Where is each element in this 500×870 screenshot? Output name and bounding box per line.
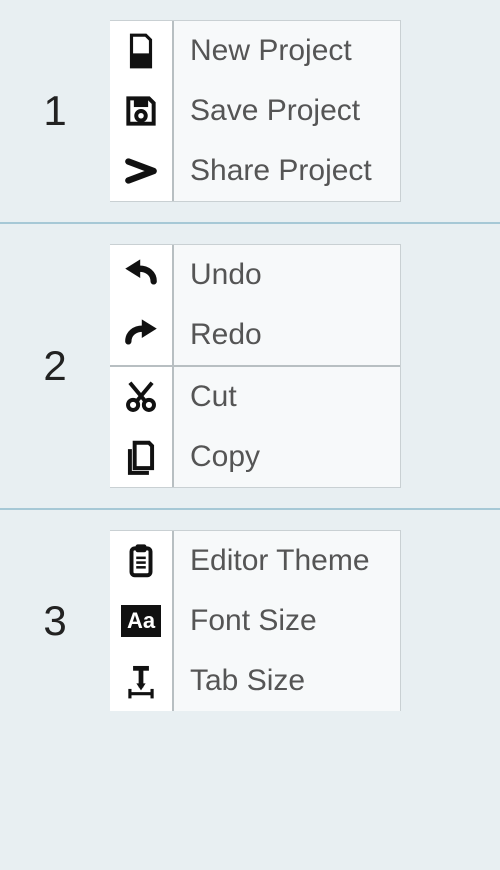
menu-item-save-project[interactable]: Save Project — [110, 81, 400, 141]
menu-group-1: Undo Redo Cut Copy — [110, 244, 401, 488]
menu-item-label: New Project — [174, 21, 400, 81]
menu-item-label: Tab Size — [174, 651, 400, 711]
share-project-icon — [110, 141, 174, 201]
save-project-icon — [110, 81, 174, 141]
menu-item-copy[interactable]: Copy — [110, 427, 400, 487]
section-1: 1 New Project Save Project Share Project — [0, 0, 500, 222]
menu-item-label: Share Project — [174, 141, 400, 201]
menu-item-font-size[interactable]: Aa Font Size — [110, 591, 400, 651]
undo-icon — [110, 245, 174, 305]
menu-item-undo[interactable]: Undo — [110, 245, 400, 305]
menu-item-cut[interactable]: Cut — [110, 365, 400, 427]
menu-item-editor-theme[interactable]: Editor Theme — [110, 531, 400, 591]
menu-item-label: Font Size — [174, 591, 400, 651]
menu-item-label: Copy — [174, 427, 400, 487]
menu-group-2-0: Editor Theme Aa Font Size Tab Size — [110, 530, 401, 711]
redo-icon — [110, 305, 174, 365]
menu-reference: 1 New Project Save Project Share Project — [0, 0, 500, 731]
menu-group-0-0: New Project Save Project Share Project — [110, 20, 401, 202]
section-number-1: 1 — [0, 87, 110, 135]
menu-item-tab-size[interactable]: Tab Size — [110, 651, 400, 711]
menu-item-new-project[interactable]: New Project — [110, 21, 400, 81]
section-number-3: 3 — [0, 597, 110, 645]
font-size-icon: Aa — [110, 591, 174, 651]
menu-item-label: Redo — [174, 305, 400, 365]
new-project-icon — [110, 21, 174, 81]
section-2: 2 Undo Redo Cut — [0, 224, 500, 508]
menu-item-share-project[interactable]: Share Project — [110, 141, 400, 201]
cut-icon — [110, 367, 174, 427]
menu-item-redo[interactable]: Redo — [110, 305, 400, 365]
section-number-2: 2 — [0, 342, 110, 390]
menu-item-label: Editor Theme — [174, 531, 400, 591]
menu-item-label: Undo — [174, 245, 400, 305]
clipboard-icon — [110, 531, 174, 591]
menu-item-label: Cut — [174, 367, 400, 427]
copy-icon — [110, 427, 174, 487]
section-3: 3 Editor Theme Aa Font Size Tab Size — [0, 510, 500, 731]
menu-item-label: Save Project — [174, 81, 400, 141]
tab-size-icon — [110, 651, 174, 711]
